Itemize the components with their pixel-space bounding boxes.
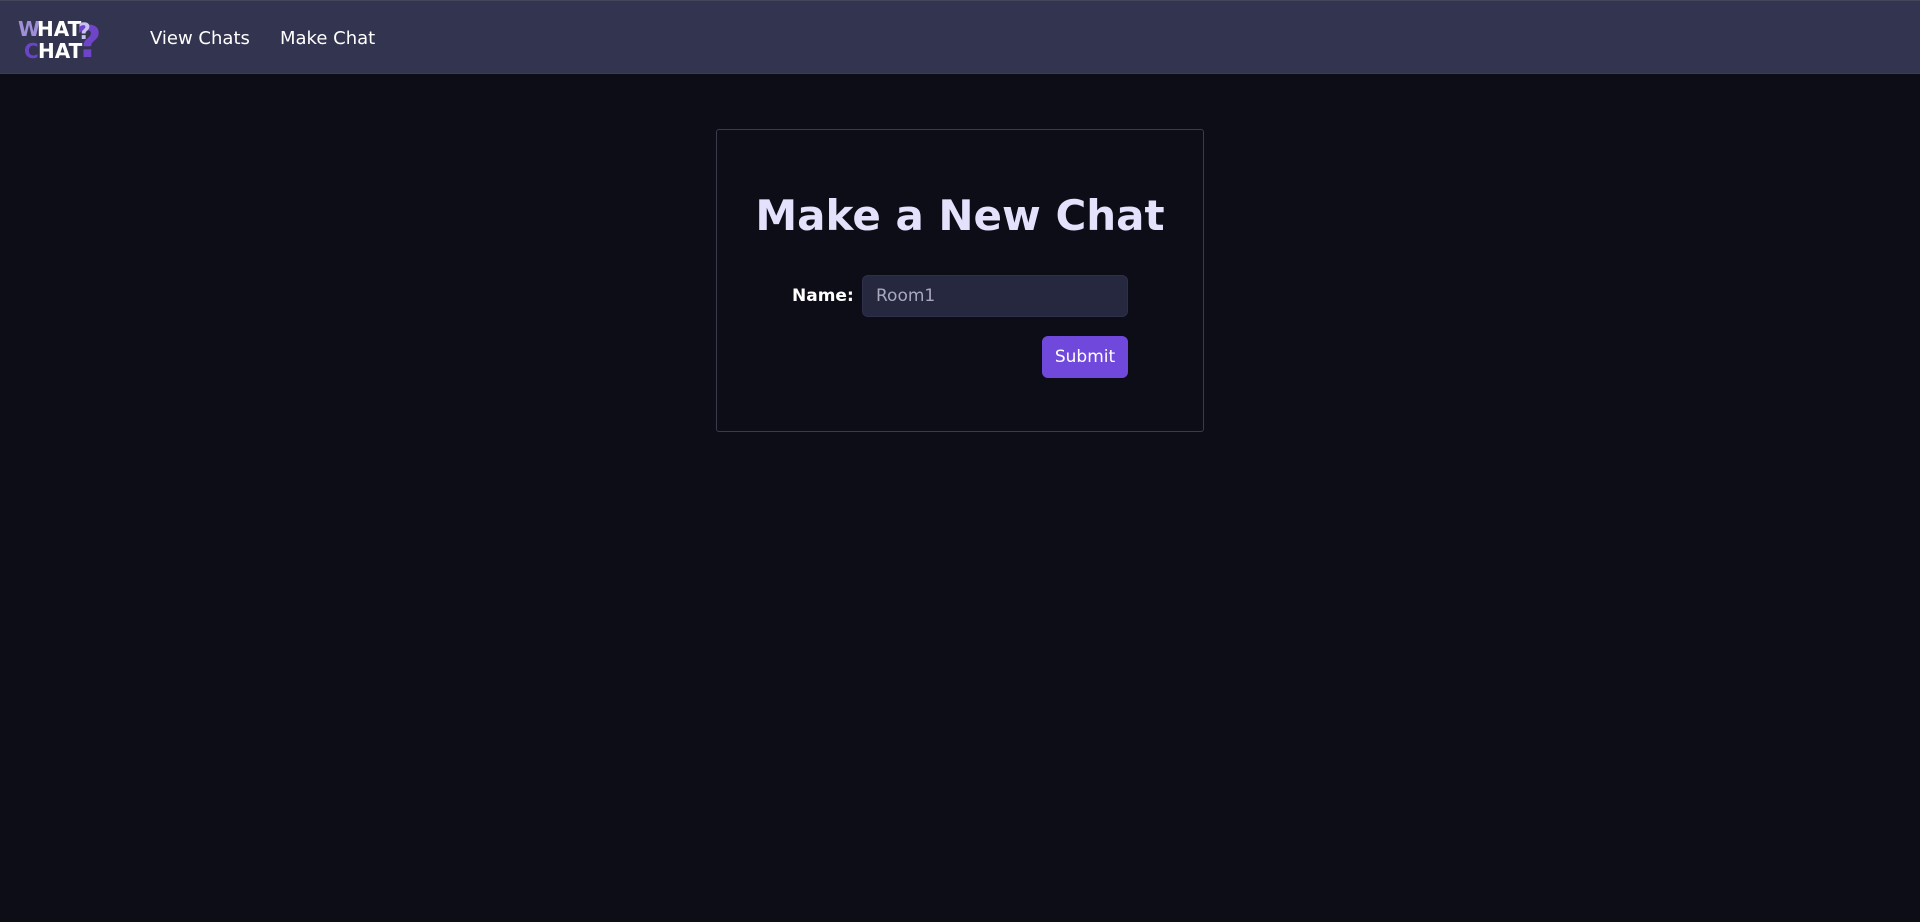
nav-link-view-chats[interactable]: View Chats (150, 27, 250, 51)
top-navbar: W HAT C HAT ? ? View Chats Make Chat (0, 0, 1920, 74)
page-title: Make a New Chat (755, 191, 1165, 240)
svg-text:HAT: HAT (37, 17, 82, 41)
chat-name-input[interactable] (862, 275, 1128, 317)
nav-link-make-chat[interactable]: Make Chat (280, 27, 375, 51)
new-chat-card: Make a New Chat Name: Submit (716, 129, 1204, 432)
svg-text:?: ? (78, 20, 91, 45)
submit-button[interactable]: Submit (1042, 336, 1128, 378)
what-chat-logo-icon: W HAT C HAT ? ? (18, 17, 102, 68)
app-logo[interactable]: W HAT C HAT ? ? (18, 15, 110, 68)
svg-text:C: C (24, 39, 39, 63)
name-label: Name: (792, 286, 854, 306)
